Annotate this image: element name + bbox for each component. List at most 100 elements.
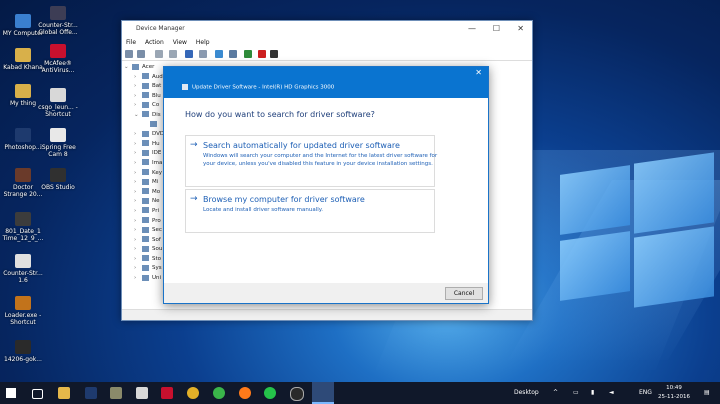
tree-item[interactable]: › Key: [124, 169, 164, 179]
tree-item[interactable]: › Mi: [124, 178, 164, 188]
update-driver-icon[interactable]: [244, 50, 252, 58]
status-bar: [122, 309, 532, 320]
windows-logo-pane: [560, 231, 630, 301]
device-manager-taskbar-icon[interactable]: [312, 382, 334, 404]
help-icon[interactable]: [185, 50, 193, 58]
desktop-icon[interactable]: 14206-gok...: [1, 340, 45, 363]
whatsapp-icon[interactable]: [264, 387, 276, 399]
tree-item[interactable]: › Pro: [124, 217, 164, 227]
counter-strike-icon[interactable]: [110, 387, 122, 399]
menu-file[interactable]: File: [126, 39, 136, 46]
tree-item[interactable]: › Blu: [124, 92, 164, 102]
tree-item-label: Sto: [152, 255, 162, 262]
time: 10:49: [666, 385, 682, 391]
file-explorer-icon[interactable]: [58, 387, 70, 399]
cancel-button[interactable]: Cancel: [445, 287, 483, 300]
tree-item[interactable]: › Co: [124, 101, 164, 111]
desktop-icon[interactable]: McAfee® AntiVirus...: [36, 44, 80, 74]
tree-item[interactable]: › Uni: [124, 274, 164, 284]
tree-item[interactable]: › Hu: [124, 140, 164, 150]
device-category-icon: [142, 82, 149, 89]
desktop-icon[interactable]: csgo_leun... - Shortcut: [36, 88, 80, 118]
properties-icon[interactable]: [155, 50, 163, 58]
tree-item[interactable]: ⌄ Dis: [124, 111, 164, 121]
dialog-header: ✕ Update Driver Software - Intel(R) HD G…: [164, 67, 488, 98]
tree-item[interactable]: › Pri: [124, 207, 164, 217]
desktop-icon-label: McAfee® AntiVirus...: [41, 60, 75, 74]
tree-root[interactable]: ⌄ Acer: [124, 63, 164, 73]
tree-item[interactable]: › Mo: [124, 188, 164, 198]
app-icon: [50, 6, 66, 20]
search-automatically-option[interactable]: → Search automatically for updated drive…: [185, 135, 437, 187]
menu-view[interactable]: View: [173, 39, 187, 46]
tree-item[interactable]: › Bat: [124, 82, 164, 92]
desktop-icon[interactable]: Counter-Str... Global Offe...: [36, 6, 80, 36]
battery-icon[interactable]: ▮: [591, 382, 594, 404]
app-icon[interactable]: [136, 387, 148, 399]
tree-item[interactable]: › Sec: [124, 226, 164, 236]
mcafee-icon[interactable]: [161, 387, 173, 399]
view-icon[interactable]: [199, 50, 207, 58]
dialog-close-button[interactable]: ✕: [475, 68, 482, 77]
close-button[interactable]: ✕: [517, 21, 524, 37]
tree-item[interactable]: › Sof: [124, 236, 164, 246]
monitor-icon[interactable]: [215, 50, 223, 58]
task-view-icon[interactable]: [32, 389, 43, 399]
desktop-toolbar-label[interactable]: Desktop: [514, 382, 539, 404]
start-windows-icon[interactable]: [6, 388, 16, 398]
volume-icon[interactable]: ◄: [609, 382, 614, 404]
utorrent-icon[interactable]: [213, 387, 225, 399]
list-icon[interactable]: [169, 50, 177, 58]
network-icon[interactable]: ▭: [573, 382, 579, 404]
title-bar[interactable]: Device Manager — ☐ ✕: [122, 21, 532, 37]
tree-item[interactable]: › Sto: [124, 255, 164, 265]
arrow-right-icon: →: [190, 194, 198, 204]
tree-item[interactable]: › DVD: [124, 130, 164, 140]
desktop-icon[interactable]: Loader.exe - Shortcut: [1, 296, 45, 326]
photoshop-icon[interactable]: [85, 387, 97, 399]
tree-item[interactable]: › IDE: [124, 149, 164, 159]
chevron-up-icon[interactable]: ^: [553, 382, 558, 404]
app-icon: [50, 44, 66, 58]
scan-icon[interactable]: [229, 50, 237, 58]
maximize-button[interactable]: ☐: [493, 21, 500, 37]
download-icon[interactable]: [270, 50, 278, 58]
tree-item[interactable]: › Ne: [124, 197, 164, 207]
update-driver-dialog[interactable]: ✕ Update Driver Software - Intel(R) HD G…: [163, 66, 489, 304]
device-category-icon: [142, 169, 149, 176]
tree-item[interactable]: [124, 121, 164, 131]
menu-help[interactable]: Help: [196, 39, 210, 46]
tree-item[interactable]: › Ima: [124, 159, 164, 169]
uninstall-icon[interactable]: [258, 50, 266, 58]
tree-item-label: Sys: [152, 265, 162, 272]
obs-icon[interactable]: [290, 387, 304, 401]
browse-computer-option[interactable]: → Browse my computer for driver software…: [185, 189, 435, 233]
tree-item[interactable]: › Aud: [124, 73, 164, 83]
notifications-icon[interactable]: ▤: [704, 382, 710, 404]
tree-item-label: Co: [152, 102, 160, 109]
device-category-icon: [142, 101, 149, 108]
firefox-icon[interactable]: [239, 387, 251, 399]
device-category-icon: [142, 226, 149, 233]
tree-item[interactable]: › Sou: [124, 245, 164, 255]
menu-action[interactable]: Action: [145, 39, 164, 46]
desktop-icon[interactable]: 801_Date_1 Time_12_9_...: [1, 212, 45, 242]
forward-icon[interactable]: [137, 50, 145, 58]
device-category-icon: [142, 73, 149, 80]
dialog-question: How do you want to search for driver sof…: [185, 110, 375, 119]
back-icon[interactable]: [125, 50, 133, 58]
desktop-icon[interactable]: OBS Studio: [36, 168, 80, 191]
chevron-right-icon: ›: [134, 92, 137, 99]
device-category-icon: [142, 149, 149, 156]
chrome-icon[interactable]: [187, 387, 199, 399]
app-icon: [15, 128, 31, 142]
minimize-button[interactable]: —: [468, 21, 476, 37]
app-icon: [15, 296, 31, 310]
app-icon: [15, 340, 31, 354]
tree-item[interactable]: › Sys: [124, 264, 164, 274]
clock[interactable]: 10:49 25-11-2016: [658, 384, 690, 402]
language-indicator[interactable]: ENG: [639, 382, 652, 404]
desktop-icon[interactable]: Counter-Str... 1.6: [1, 254, 45, 284]
chevron-right-icon: ›: [134, 255, 137, 262]
desktop-icon[interactable]: iSpring Free Cam 8: [36, 128, 80, 158]
